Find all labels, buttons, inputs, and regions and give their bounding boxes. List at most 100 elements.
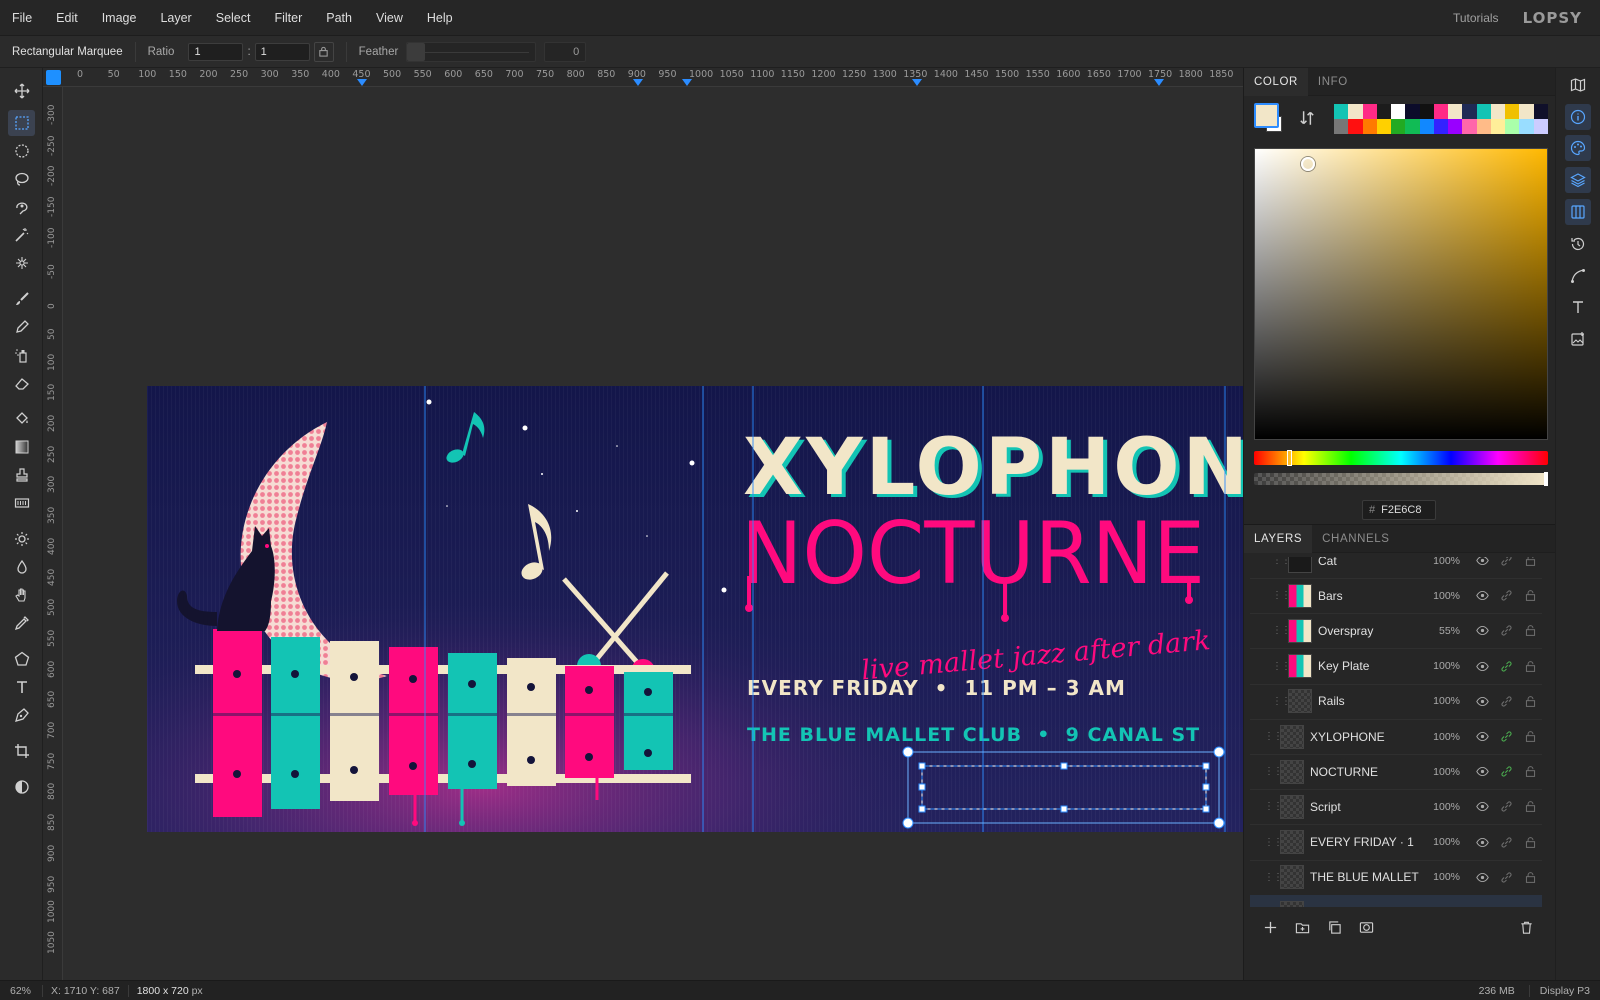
- palette-swatch[interactable]: [1376, 119, 1392, 134]
- guide-marker[interactable]: [633, 79, 643, 86]
- layer-link-toggle[interactable]: [1494, 800, 1518, 813]
- layer-link-toggle[interactable]: [1494, 871, 1518, 884]
- tab-layers[interactable]: LAYERS: [1244, 524, 1313, 553]
- layer-name[interactable]: Script: [1310, 800, 1424, 814]
- contrast-tool[interactable]: [8, 774, 35, 800]
- layer-name[interactable]: Ticket: [1310, 906, 1424, 908]
- menu-select[interactable]: Select: [204, 0, 263, 36]
- drag-handle-icon[interactable]: ⋮⋮: [1272, 661, 1291, 672]
- delete-layer-button[interactable]: [1510, 914, 1542, 940]
- ratio-width-input[interactable]: 1: [188, 42, 244, 61]
- menu-view[interactable]: View: [364, 0, 415, 36]
- alpha-slider-knob[interactable]: [1544, 472, 1548, 486]
- horizontal-ruler[interactable]: 0 50 100 150 200 250 300 350 400 450 500 550 600 650 7…: [43, 68, 1243, 87]
- dodge-tool[interactable]: [8, 554, 35, 580]
- palette-swatch[interactable]: [1334, 104, 1349, 119]
- layer-visibility-toggle[interactable]: [1470, 624, 1494, 637]
- layer-name[interactable]: THE BLUE MALLET: [1310, 870, 1424, 884]
- tab-channels[interactable]: CHANNELS: [1312, 525, 1399, 553]
- layer-row[interactable]: ⋮⋮ Key Plate 100%: [1250, 649, 1542, 685]
- ratio-height-input[interactable]: 1: [254, 42, 310, 61]
- layer-row[interactable]: ⋮⋮ THE BLUE MALLET 100%: [1250, 860, 1542, 896]
- layer-link-toggle[interactable]: [1494, 557, 1518, 567]
- layer-visibility-toggle[interactable]: [1470, 765, 1494, 778]
- layer-link-toggle[interactable]: [1494, 624, 1518, 637]
- color-button[interactable]: [1565, 135, 1591, 161]
- palette-swatch[interactable]: [1533, 104, 1548, 119]
- palette-swatch[interactable]: [1448, 104, 1463, 119]
- layer-row[interactable]: ⋮⋮ Cat 100%: [1250, 557, 1542, 579]
- palette-swatch[interactable]: [1391, 119, 1406, 134]
- channels-button[interactable]: [1565, 199, 1591, 225]
- layer-link-toggle[interactable]: [1494, 695, 1518, 708]
- history-button[interactable]: [1565, 231, 1591, 257]
- layer-row[interactable]: ⋮⋮ Rails 100%: [1250, 684, 1542, 720]
- layer-row[interactable]: ⋮⋮ NOCTURNE 100%: [1250, 754, 1542, 791]
- eraser-tool[interactable]: [8, 370, 35, 396]
- guide-marker[interactable]: [1154, 79, 1164, 86]
- magnetic-lasso-tool[interactable]: [8, 194, 35, 220]
- drag-handle-icon[interactable]: ⋮⋮: [1264, 872, 1283, 883]
- menu-edit[interactable]: Edit: [44, 0, 90, 36]
- magic-wand-tool[interactable]: [8, 222, 35, 248]
- layer-visibility-toggle[interactable]: [1470, 730, 1494, 743]
- character-button[interactable]: [1565, 294, 1591, 320]
- palette-swatch[interactable]: [1462, 119, 1477, 134]
- stamp-tool[interactable]: [8, 462, 35, 488]
- palette-swatch[interactable]: [1490, 119, 1506, 134]
- palette-swatch[interactable]: [1476, 119, 1491, 134]
- drag-handle-icon[interactable]: ⋮⋮: [1272, 625, 1291, 636]
- navigator-button[interactable]: [1565, 72, 1591, 98]
- ruler-origin-button[interactable]: [46, 70, 61, 85]
- layer-row[interactable]: ⋮⋮ Script 100%: [1250, 789, 1542, 826]
- layer-name[interactable]: Cat: [1318, 557, 1424, 568]
- pen-tool[interactable]: [8, 702, 35, 728]
- hex-value[interactable]: F2E6C8: [1381, 504, 1421, 516]
- drag-handle-icon[interactable]: ⋮⋮: [1272, 696, 1291, 707]
- palette-swatch[interactable]: [1519, 119, 1534, 134]
- layer-row[interactable]: ⋮⋮ XYLOPHONE 100%: [1250, 719, 1542, 755]
- layer-row[interactable]: ⋮⋮ Overspray 55%: [1250, 613, 1542, 650]
- palette-swatch[interactable]: [1405, 104, 1420, 119]
- palette-swatch[interactable]: [1433, 104, 1449, 119]
- palette-swatch[interactable]: [1519, 104, 1534, 119]
- layer-lock-toggle[interactable]: [1518, 906, 1542, 907]
- layer-row[interactable]: ⋮⋮ Bars 100%: [1250, 578, 1542, 615]
- palette-swatch[interactable]: [1476, 104, 1491, 119]
- foreground-color-swatch[interactable]: [1254, 103, 1279, 128]
- layer-name[interactable]: Bars: [1318, 589, 1424, 603]
- layer-link-toggle[interactable]: [1494, 589, 1518, 602]
- layer-name[interactable]: Key Plate: [1318, 659, 1424, 673]
- lasso-tool[interactable]: [8, 166, 35, 192]
- palette-swatch[interactable]: [1505, 119, 1520, 134]
- guide-marker[interactable]: [912, 79, 922, 86]
- layer-lock-toggle[interactable]: [1518, 800, 1542, 813]
- new-group-button[interactable]: [1286, 914, 1318, 940]
- menu-layer[interactable]: Layer: [148, 0, 203, 36]
- layer-lock-toggle[interactable]: [1518, 589, 1542, 602]
- layer-lock-toggle[interactable]: [1518, 660, 1542, 673]
- drag-handle-icon[interactable]: ⋮⋮: [1264, 766, 1283, 777]
- guide-marker[interactable]: [357, 79, 367, 86]
- color-picker-cursor[interactable]: [1301, 157, 1315, 171]
- layer-link-toggle[interactable]: [1494, 730, 1518, 743]
- layer-name[interactable]: Overspray: [1318, 624, 1424, 638]
- palette-swatch[interactable]: [1533, 119, 1548, 134]
- layer-lock-toggle[interactable]: [1518, 765, 1542, 778]
- layer-link-toggle[interactable]: [1494, 836, 1518, 849]
- menu-filter[interactable]: Filter: [262, 0, 314, 36]
- alpha-slider[interactable]: [1254, 472, 1548, 486]
- layer-name[interactable]: EVERY FRIDAY · 1: [1310, 835, 1424, 849]
- palette-swatch[interactable]: [1490, 104, 1506, 119]
- menu-image[interactable]: Image: [90, 0, 149, 36]
- palette-swatch[interactable]: [1419, 104, 1434, 119]
- palette-swatch[interactable]: [1362, 119, 1377, 134]
- palette-swatch[interactable]: [1334, 119, 1349, 134]
- brush-tool[interactable]: [8, 286, 35, 312]
- palette-swatch[interactable]: [1419, 119, 1434, 134]
- feather-slider-knob[interactable]: [407, 42, 426, 61]
- layer-visibility-toggle[interactable]: [1470, 871, 1494, 884]
- ellipse-marquee-tool[interactable]: [8, 138, 35, 164]
- new-layer-button[interactable]: [1254, 914, 1286, 940]
- layer-visibility-toggle[interactable]: [1470, 836, 1494, 849]
